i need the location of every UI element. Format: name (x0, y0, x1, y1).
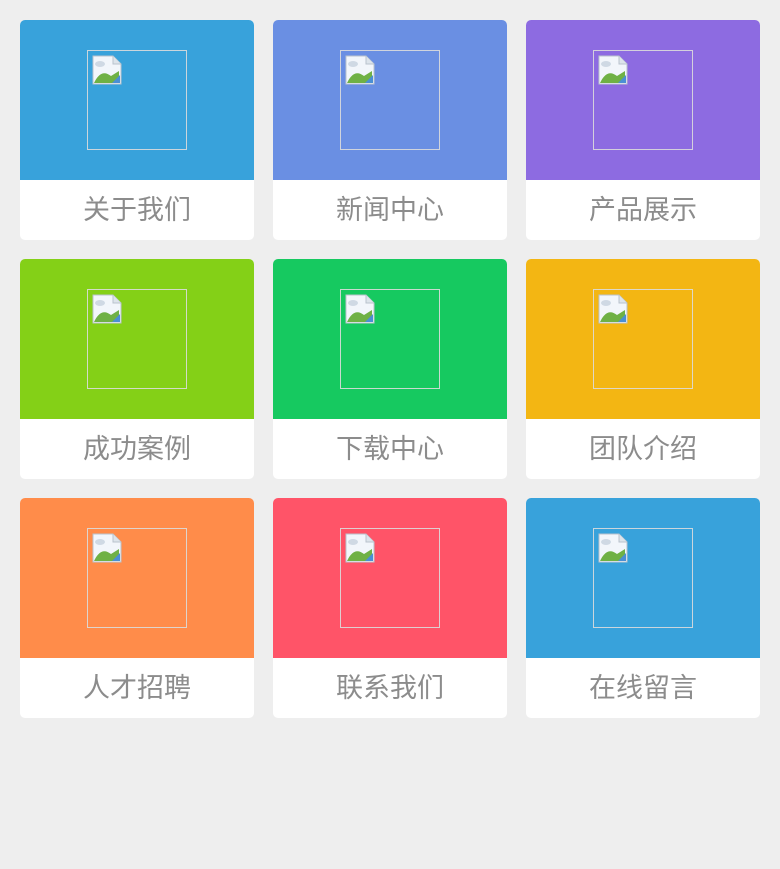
tile-team[interactable]: 团队介绍 (526, 259, 760, 479)
tile-color-block (20, 498, 254, 658)
broken-image-icon (598, 294, 628, 324)
broken-image-icon (598, 533, 628, 563)
broken-image-icon (92, 533, 122, 563)
tile-label: 新闻中心 (336, 195, 444, 226)
tile-download-center[interactable]: 下载中心 (273, 259, 507, 479)
tile-color-block (273, 259, 507, 419)
tile-online-message[interactable]: 在线留言 (526, 498, 760, 718)
tile-label: 产品展示 (589, 195, 697, 226)
tile-contact-us[interactable]: 联系我们 (273, 498, 507, 718)
image-placeholder (87, 528, 187, 628)
tile-label: 人才招聘 (83, 673, 191, 704)
tile-color-block (273, 20, 507, 180)
image-placeholder (340, 289, 440, 389)
tile-success-cases[interactable]: 成功案例 (20, 259, 254, 479)
tile-color-block (526, 259, 760, 419)
tile-label: 关于我们 (83, 195, 191, 226)
tile-label: 成功案例 (83, 434, 191, 465)
image-placeholder (87, 50, 187, 150)
image-placeholder (593, 289, 693, 389)
tile-color-block (20, 259, 254, 419)
broken-image-icon (92, 294, 122, 324)
tile-label: 下载中心 (336, 434, 444, 465)
broken-image-icon (92, 55, 122, 85)
tile-products[interactable]: 产品展示 (526, 20, 760, 240)
tile-color-block (526, 20, 760, 180)
image-placeholder (593, 50, 693, 150)
image-placeholder (340, 50, 440, 150)
broken-image-icon (345, 533, 375, 563)
tile-color-block (273, 498, 507, 658)
broken-image-icon (598, 55, 628, 85)
broken-image-icon (345, 294, 375, 324)
tile-label: 团队介绍 (589, 434, 697, 465)
tile-color-block (20, 20, 254, 180)
image-placeholder (340, 528, 440, 628)
broken-image-icon (345, 55, 375, 85)
tile-about-us[interactable]: 关于我们 (20, 20, 254, 240)
tile-news-center[interactable]: 新闻中心 (273, 20, 507, 240)
tile-recruitment[interactable]: 人才招聘 (20, 498, 254, 718)
image-placeholder (593, 528, 693, 628)
nav-tile-grid: 关于我们 新闻中心 产品展示 成功案例 下载中心 团队介绍 人才招聘 联系我们 … (20, 20, 761, 718)
tile-label: 在线留言 (589, 673, 697, 704)
tile-color-block (526, 498, 760, 658)
image-placeholder (87, 289, 187, 389)
tile-label: 联系我们 (336, 673, 444, 704)
